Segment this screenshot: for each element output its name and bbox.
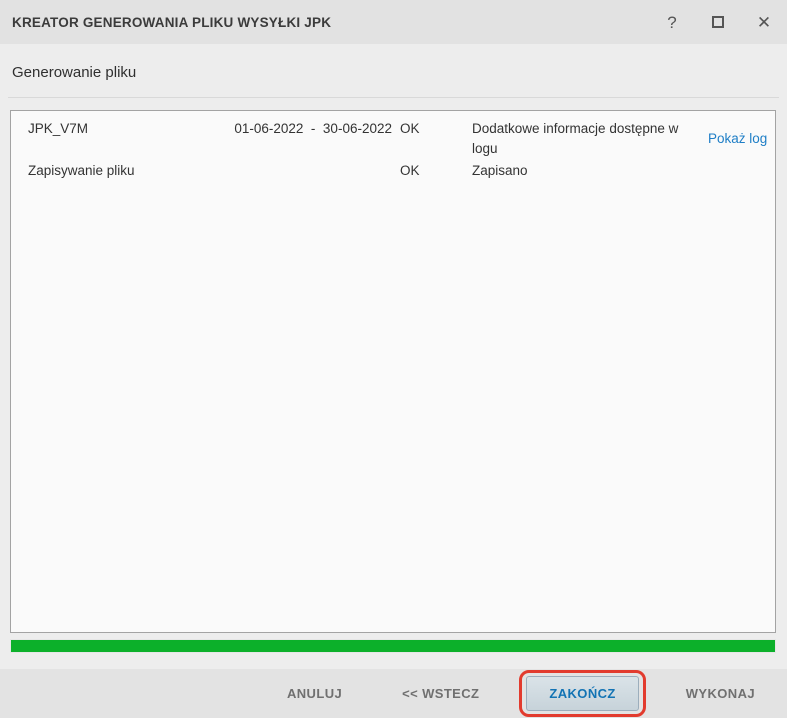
- step-status: OK: [400, 163, 420, 178]
- wykonaj-button[interactable]: WYKONAJ: [680, 685, 761, 702]
- table-row: JPK_V7M 01-06-2022 - 30-06-2022 OK Dodat…: [11, 119, 775, 159]
- step-name: JPK_V7M: [28, 121, 89, 136]
- status-panel: JPK_V7M 01-06-2022 - 30-06-2022 OK Dodat…: [10, 110, 776, 633]
- window-controls: ? ✕: [663, 13, 773, 31]
- zakoncz-button[interactable]: ZAKOŃCZ: [526, 676, 639, 711]
- wstecz-button[interactable]: << WSTECZ: [396, 685, 485, 702]
- step-status: OK: [400, 121, 420, 136]
- highlight-ring: ZAKOŃCZ: [519, 670, 646, 717]
- help-icon[interactable]: ?: [663, 13, 681, 31]
- anuluj-button[interactable]: ANULUJ: [281, 685, 348, 702]
- progress-fill: [11, 640, 775, 652]
- maximize-icon[interactable]: [709, 13, 727, 31]
- progress-bar: [10, 639, 776, 653]
- step-message: Dodatkowe informacje dostępne w logu: [472, 121, 679, 156]
- pokaz-log-link[interactable]: Pokaż log: [708, 129, 767, 149]
- page-title: Generowanie pliku: [12, 64, 137, 81]
- step-link-empty: [708, 161, 765, 181]
- table-row: Zapisywanie pliku OK Zapisano: [11, 161, 775, 181]
- step-period: 01-06-2022 - 30-06-2022: [234, 121, 392, 136]
- step-period: [207, 161, 392, 181]
- step-name: Zapisywanie pliku: [28, 163, 135, 178]
- heading-divider: [8, 97, 779, 98]
- step-message: Zapisano: [472, 163, 528, 178]
- dialog-window: KREATOR GENEROWANIA PLIKU WYSYŁKI JPK ? …: [0, 0, 787, 718]
- footer: ANULUJ << WSTECZ ZAKOŃCZ WYKONAJ: [0, 669, 787, 718]
- titlebar: KREATOR GENEROWANIA PLIKU WYSYŁKI JPK ? …: [0, 0, 787, 44]
- window-title: KREATOR GENEROWANIA PLIKU WYSYŁKI JPK: [12, 14, 332, 30]
- close-icon[interactable]: ✕: [755, 13, 773, 31]
- maximize-square: [712, 16, 724, 28]
